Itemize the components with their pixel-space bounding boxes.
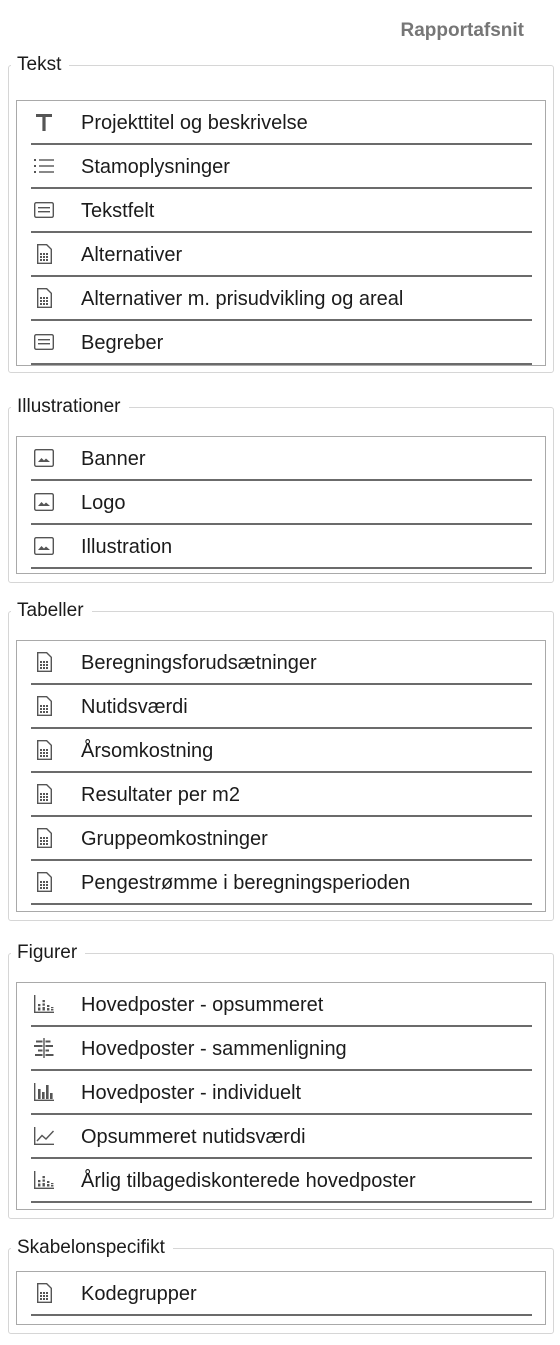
section-item[interactable]: Logo: [17, 481, 545, 525]
section-list: Banner Logo Illustration: [16, 436, 546, 574]
section-item[interactable]: Årsomkostning: [17, 729, 545, 773]
textbox-icon: [33, 331, 55, 353]
stacked-bar-chart-icon: [33, 1169, 55, 1191]
document-table-icon: [33, 695, 55, 717]
section-list: Kodegrupper: [16, 1271, 546, 1325]
section-item[interactable]: Hovedposter - opsummeret: [17, 983, 545, 1027]
group-label: Figurer: [11, 941, 86, 965]
section-item-label: Gruppeomkostninger: [81, 828, 268, 850]
section-item[interactable]: Illustration: [17, 525, 545, 569]
section-item[interactable]: Projekttitel og beskrivelse: [17, 101, 545, 145]
section-item-label: Opsummeret nutidsværdi: [81, 1126, 306, 1148]
section-item-label: Begreber: [81, 332, 164, 354]
section-item[interactable]: Alternativer: [17, 233, 545, 277]
document-table-icon: [33, 739, 55, 761]
group-skabelonspecifikt: Skabelonspecifikt Kodegrupper: [8, 1236, 554, 1334]
group-tabeller: Tabeller Beregningsforudsætninger Nutids…: [8, 599, 554, 921]
section-item-label: Beregningsforudsætninger: [81, 652, 317, 674]
section-item-label: Kodegrupper: [81, 1283, 197, 1305]
section-item-label: Hovedposter - opsummeret: [81, 994, 324, 1016]
section-list: Hovedposter - opsummeret Hovedposter - s…: [16, 982, 546, 1210]
group-label: Tabeller: [11, 599, 92, 623]
section-item[interactable]: Opsummeret nutidsværdi: [17, 1115, 545, 1159]
section-list: Projekttitel og beskrivelse Stamoplysnin…: [16, 100, 546, 366]
horizontal-bar-chart-icon: [33, 1037, 55, 1059]
section-item-label: Årsomkostning: [81, 740, 214, 762]
section-item[interactable]: Begreber: [17, 321, 545, 365]
stacked-bar-chart-icon: [33, 993, 55, 1015]
section-item[interactable]: Kodegrupper: [17, 1272, 545, 1316]
document-table-icon: [33, 243, 55, 265]
textbox-icon: [33, 199, 55, 221]
group-illustrationer: Illustrationer Banner Logo Illustration: [8, 395, 554, 583]
section-item-label: Stamoplysninger: [81, 156, 230, 178]
section-item-label: Årlig tilbagediskonterede hovedposter: [81, 1170, 416, 1192]
document-table-icon: [33, 783, 55, 805]
section-item[interactable]: Banner: [17, 437, 545, 481]
group-label: Skabelonspecifikt: [11, 1236, 173, 1260]
section-item-label: Hovedposter - individuelt: [81, 1082, 302, 1104]
line-chart-icon: [33, 1125, 55, 1147]
section-item-label: Nutidsværdi: [81, 696, 188, 718]
section-item[interactable]: Stamoplysninger: [17, 145, 545, 189]
document-table-icon: [33, 287, 55, 309]
bar-chart-icon: [33, 1081, 55, 1103]
document-table-icon: [33, 651, 55, 673]
list-icon: [33, 155, 55, 177]
section-item-label: Alternativer: [81, 244, 183, 266]
section-item[interactable]: Tekstfelt: [17, 189, 545, 233]
section-list: Beregningsforudsætninger Nutidsværdi Års…: [16, 640, 546, 912]
group-figurer: Figurer Hovedposter - opsummeret Hovedpo…: [8, 941, 554, 1219]
panel-title: Rapportafsnit: [400, 20, 525, 41]
section-item[interactable]: Gruppeomkostninger: [17, 817, 545, 861]
image-icon: [33, 535, 55, 557]
text-t-icon: [33, 111, 55, 133]
section-item-label: Pengestrømme i beregningsperioden: [81, 872, 411, 894]
image-icon: [33, 491, 55, 513]
section-item[interactable]: Hovedposter - sammenligning: [17, 1027, 545, 1071]
section-item-label: Alternativer m. prisudvikling og areal: [81, 288, 404, 310]
section-item[interactable]: Nutidsværdi: [17, 685, 545, 729]
section-item[interactable]: Beregningsforudsætninger: [17, 641, 545, 685]
group-tekst: Tekst Projekttitel og beskrivelse Stamop…: [8, 53, 554, 373]
document-table-icon: [33, 1282, 55, 1304]
section-item[interactable]: Hovedposter - individuelt: [17, 1071, 545, 1115]
section-item[interactable]: Alternativer m. prisudvikling og areal: [17, 277, 545, 321]
section-item-label: Projekttitel og beskrivelse: [81, 112, 308, 134]
group-label: Illustrationer: [11, 395, 129, 419]
section-item[interactable]: Pengestrømme i beregningsperioden: [17, 861, 545, 905]
section-item-label: Tekstfelt: [81, 200, 155, 222]
section-item[interactable]: Resultater per m2: [17, 773, 545, 817]
section-item[interactable]: Årlig tilbagediskonterede hovedposter: [17, 1159, 545, 1203]
section-item-label: Banner: [81, 448, 146, 470]
group-label: Tekst: [11, 53, 70, 77]
section-item-label: Logo: [81, 492, 126, 514]
document-table-icon: [33, 827, 55, 849]
image-icon: [33, 447, 55, 469]
section-item-label: Hovedposter - sammenligning: [81, 1038, 347, 1060]
document-table-icon: [33, 871, 55, 893]
section-item-label: Resultater per m2: [81, 784, 240, 806]
section-item-label: Illustration: [81, 536, 173, 558]
